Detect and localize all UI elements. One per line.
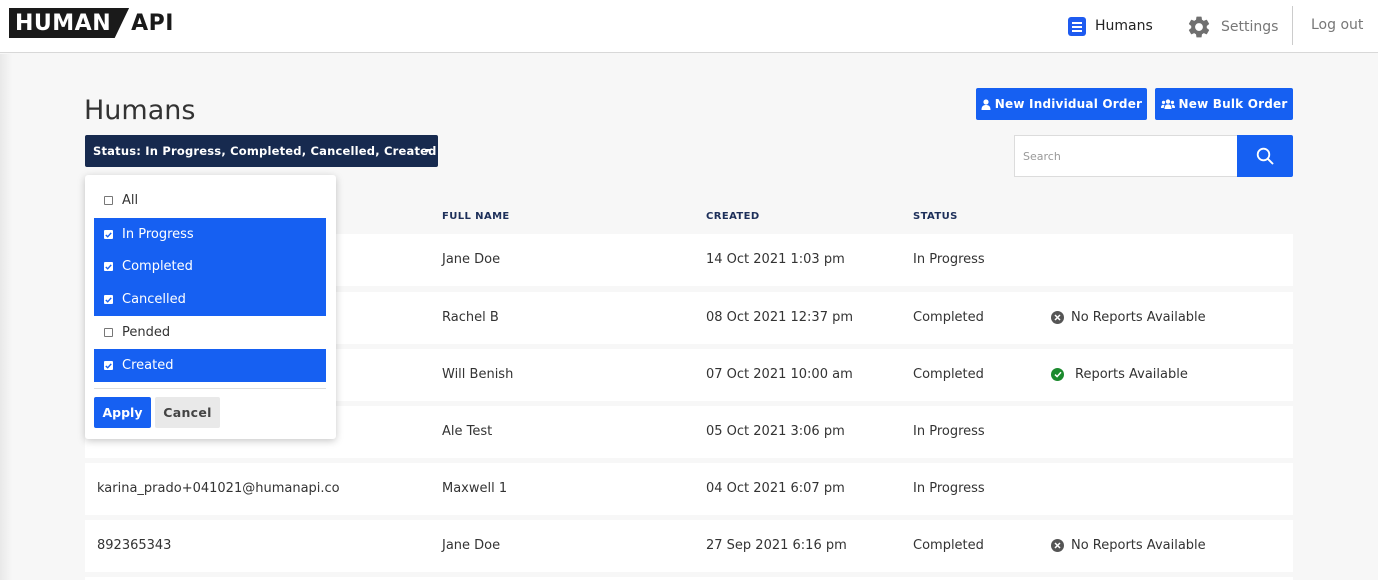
document-list-icon <box>1068 16 1086 36</box>
row-full-name: Will Benish <box>442 367 514 382</box>
cancel-button[interactable]: Cancel <box>155 397 220 428</box>
apply-button[interactable]: Apply <box>94 397 151 428</box>
row-status: In Progress <box>913 424 985 439</box>
row-created: 14 Oct 2021 1:03 pm <box>706 252 845 267</box>
row-full-name: Jane Doe <box>442 252 501 267</box>
row-created: 05 Oct 2021 3:06 pm <box>706 424 845 439</box>
left-edge-shadow <box>0 54 12 580</box>
nav-humans-label: Humans <box>1095 18 1153 34</box>
row-reports-label: No Reports Available <box>1071 310 1206 325</box>
search-input[interactable] <box>1014 135 1238 177</box>
check-circle-icon <box>1051 368 1064 381</box>
filter-option-cancelled[interactable]: Cancelled <box>94 283 326 316</box>
search-button[interactable] <box>1237 135 1293 177</box>
user-icon <box>981 98 991 110</box>
row-id: 892365343 <box>97 538 172 553</box>
column-header-created[interactable]: CREATED <box>706 211 760 222</box>
row-status: In Progress <box>913 481 985 496</box>
column-header-status[interactable]: STATUS <box>913 211 958 222</box>
logo-main-text: HUMAN <box>9 8 130 38</box>
row-full-name: Ale Test <box>442 424 493 439</box>
nav-settings-link[interactable]: Settings <box>1186 14 1278 40</box>
checkbox-unchecked-icon[interactable] <box>104 328 113 337</box>
filter-option-label: Pended <box>122 325 171 340</box>
table-row[interactable]: karina_prado+041021@humanapi.co Maxwell … <box>85 463 1293 515</box>
checkbox-checked-icon[interactable] <box>104 262 113 271</box>
row-status: Completed <box>913 538 984 553</box>
filter-option-created[interactable]: Created <box>94 349 326 382</box>
top-navbar: HUMAN API Humans Settings Log out <box>0 0 1378 53</box>
row-created: 08 Oct 2021 12:37 pm <box>706 310 854 325</box>
logout-link[interactable]: Log out <box>1311 17 1363 33</box>
gear-icon <box>1188 16 1210 38</box>
nav-divider <box>1292 6 1293 45</box>
row-full-name: Rachel B <box>442 310 499 325</box>
filter-option-label: In Progress <box>122 227 194 242</box>
checkbox-checked-icon[interactable] <box>104 230 113 239</box>
human-api-logo[interactable]: HUMAN API <box>9 8 174 38</box>
filter-option-label: Cancelled <box>122 292 186 307</box>
row-status: Completed <box>913 367 984 382</box>
row-full-name: Jane Doe <box>442 538 501 553</box>
checkbox-unchecked-icon[interactable] <box>104 196 113 205</box>
status-filter-dropdown: All In Progress Completed Cancelled Pend… <box>85 175 336 439</box>
row-reports-label: No Reports Available <box>1071 538 1206 553</box>
filter-option-label: Created <box>122 358 174 373</box>
filter-option-pended[interactable]: Pended <box>94 316 326 349</box>
status-filter-label: Status: In Progress, Completed, Cancelle… <box>93 144 437 158</box>
row-created: 07 Oct 2021 10:00 am <box>706 367 853 382</box>
filter-option-all[interactable]: All <box>94 184 326 217</box>
nav-humans-link[interactable]: Humans <box>1068 16 1153 36</box>
page-title: Humans <box>84 95 196 126</box>
column-header-full-name[interactable]: FULL NAME <box>442 211 510 222</box>
row-full-name: Maxwell 1 <box>442 481 508 496</box>
row-reports[interactable]: Reports Available <box>1051 367 1188 382</box>
row-status: Completed <box>913 310 984 325</box>
filter-option-completed[interactable]: Completed <box>94 250 326 283</box>
filter-option-label: All <box>122 193 139 208</box>
nav-settings-label: Settings <box>1221 19 1279 35</box>
row-id: karina_prado+041021@humanapi.co <box>97 481 340 496</box>
dropdown-divider <box>94 388 326 389</box>
logo-suffix-text: API <box>131 10 174 36</box>
row-reports: No Reports Available <box>1051 538 1206 553</box>
row-reports-label: Reports Available <box>1075 367 1188 382</box>
status-filter-button[interactable]: Status: In Progress, Completed, Cancelle… <box>85 135 438 167</box>
filter-option-label: Completed <box>122 259 193 274</box>
row-created: 04 Oct 2021 6:07 pm <box>706 481 845 496</box>
search-icon <box>1256 147 1274 165</box>
close-circle-icon <box>1051 539 1064 552</box>
new-bulk-order-button[interactable]: New Bulk Order <box>1155 88 1293 120</box>
filter-option-in-progress[interactable]: In Progress <box>94 218 326 251</box>
new-bulk-order-label: New Bulk Order <box>1178 97 1288 111</box>
checkbox-checked-icon[interactable] <box>104 361 113 370</box>
new-individual-order-button[interactable]: New Individual Order <box>976 88 1147 120</box>
checkbox-checked-icon[interactable] <box>104 295 113 304</box>
row-reports: No Reports Available <box>1051 310 1206 325</box>
row-created: 27 Sep 2021 6:16 pm <box>706 538 847 553</box>
users-group-icon <box>1160 99 1175 109</box>
new-individual-order-label: New Individual Order <box>994 97 1143 111</box>
caret-down-icon <box>424 149 430 153</box>
close-circle-icon <box>1051 311 1064 324</box>
row-status: In Progress <box>913 252 985 267</box>
table-row[interactable]: 892365343 Jane Doe 27 Sep 2021 6:16 pm C… <box>85 520 1293 572</box>
